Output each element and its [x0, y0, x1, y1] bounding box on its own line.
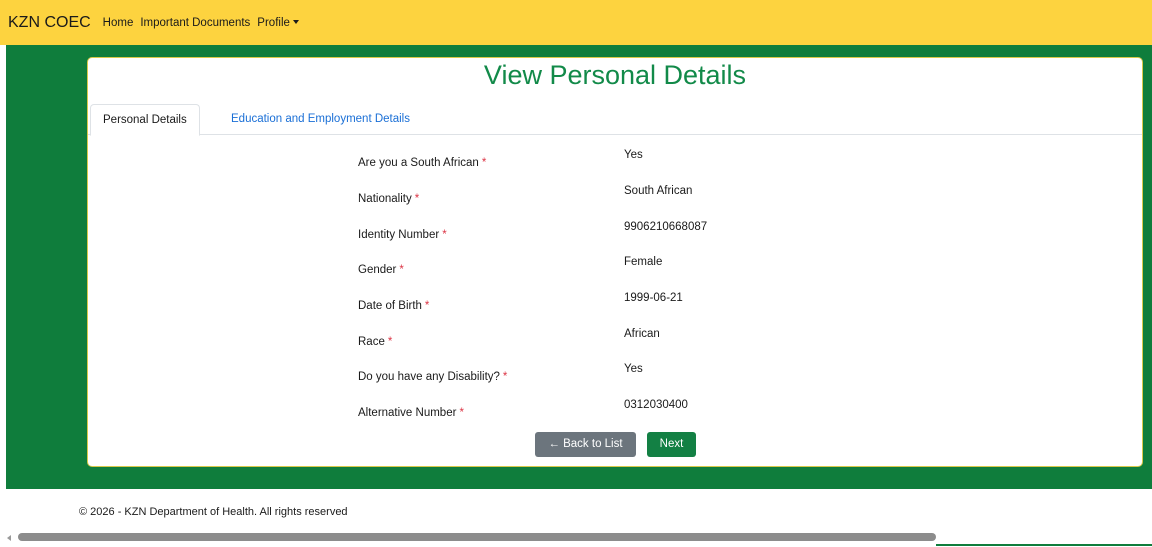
field-value: Yes: [624, 363, 643, 375]
required-marker: *: [414, 193, 420, 205]
field-value: African: [624, 328, 660, 340]
field-label: Do you have any Disability? *: [358, 371, 508, 383]
field-label: Race *: [358, 336, 393, 348]
tab-personal-details[interactable]: Personal Details: [90, 104, 200, 136]
back-to-list-button[interactable]: ← Back to List: [535, 432, 636, 457]
brand-logo-text[interactable]: KZN COEC: [8, 14, 91, 32]
arrow-left-icon[interactable]: [7, 535, 11, 541]
nav-home-link[interactable]: Home: [103, 17, 134, 29]
nav-important-documents-link[interactable]: Important Documents: [140, 17, 250, 29]
field-value: Female: [624, 256, 663, 268]
field-label: Alternative Number *: [358, 407, 464, 419]
required-marker: *: [459, 407, 464, 419]
field-value: South African: [624, 185, 693, 197]
required-marker: *: [502, 371, 508, 383]
tab-education-employment-details[interactable]: Education and Employment Details: [219, 104, 422, 134]
details-card: View Personal Details Personal Details E…: [87, 57, 1143, 467]
required-marker: *: [442, 229, 447, 241]
required-marker: *: [481, 157, 487, 169]
required-marker: *: [399, 264, 404, 276]
next-button[interactable]: Next: [647, 432, 696, 457]
footer-copyright: © 2026 - KZN Department of Health. All r…: [79, 506, 348, 518]
field-label: Identity Number *: [358, 229, 447, 241]
field-value: Yes: [624, 149, 643, 161]
field-value: 9906210668087: [624, 221, 708, 233]
scrollbar-thumb[interactable]: [18, 533, 936, 541]
bottom-divider: [936, 544, 1152, 546]
nav-links: Home Important Documents Profile: [103, 17, 306, 29]
field-label: Gender *: [358, 264, 404, 276]
field-value: 0312030400: [624, 399, 688, 411]
chevron-down-icon: [292, 20, 299, 25]
field-value: 1999-06-21: [624, 292, 683, 304]
page-title: View Personal Details: [483, 60, 747, 90]
field-label: Nationality *: [358, 193, 420, 205]
nav-profile-dropdown[interactable]: Profile: [257, 17, 299, 29]
required-marker: *: [387, 336, 393, 348]
field-label: Are you a South African *: [358, 157, 487, 169]
field-label: Date of Birth *: [358, 300, 430, 312]
nav-profile-label: Profile: [257, 16, 290, 29]
tab-bar: Personal Details Education and Employmen…: [88, 104, 1142, 136]
top-navbar: KZN COEC Home Important Documents Profil…: [0, 0, 1152, 45]
required-marker: *: [424, 300, 430, 312]
